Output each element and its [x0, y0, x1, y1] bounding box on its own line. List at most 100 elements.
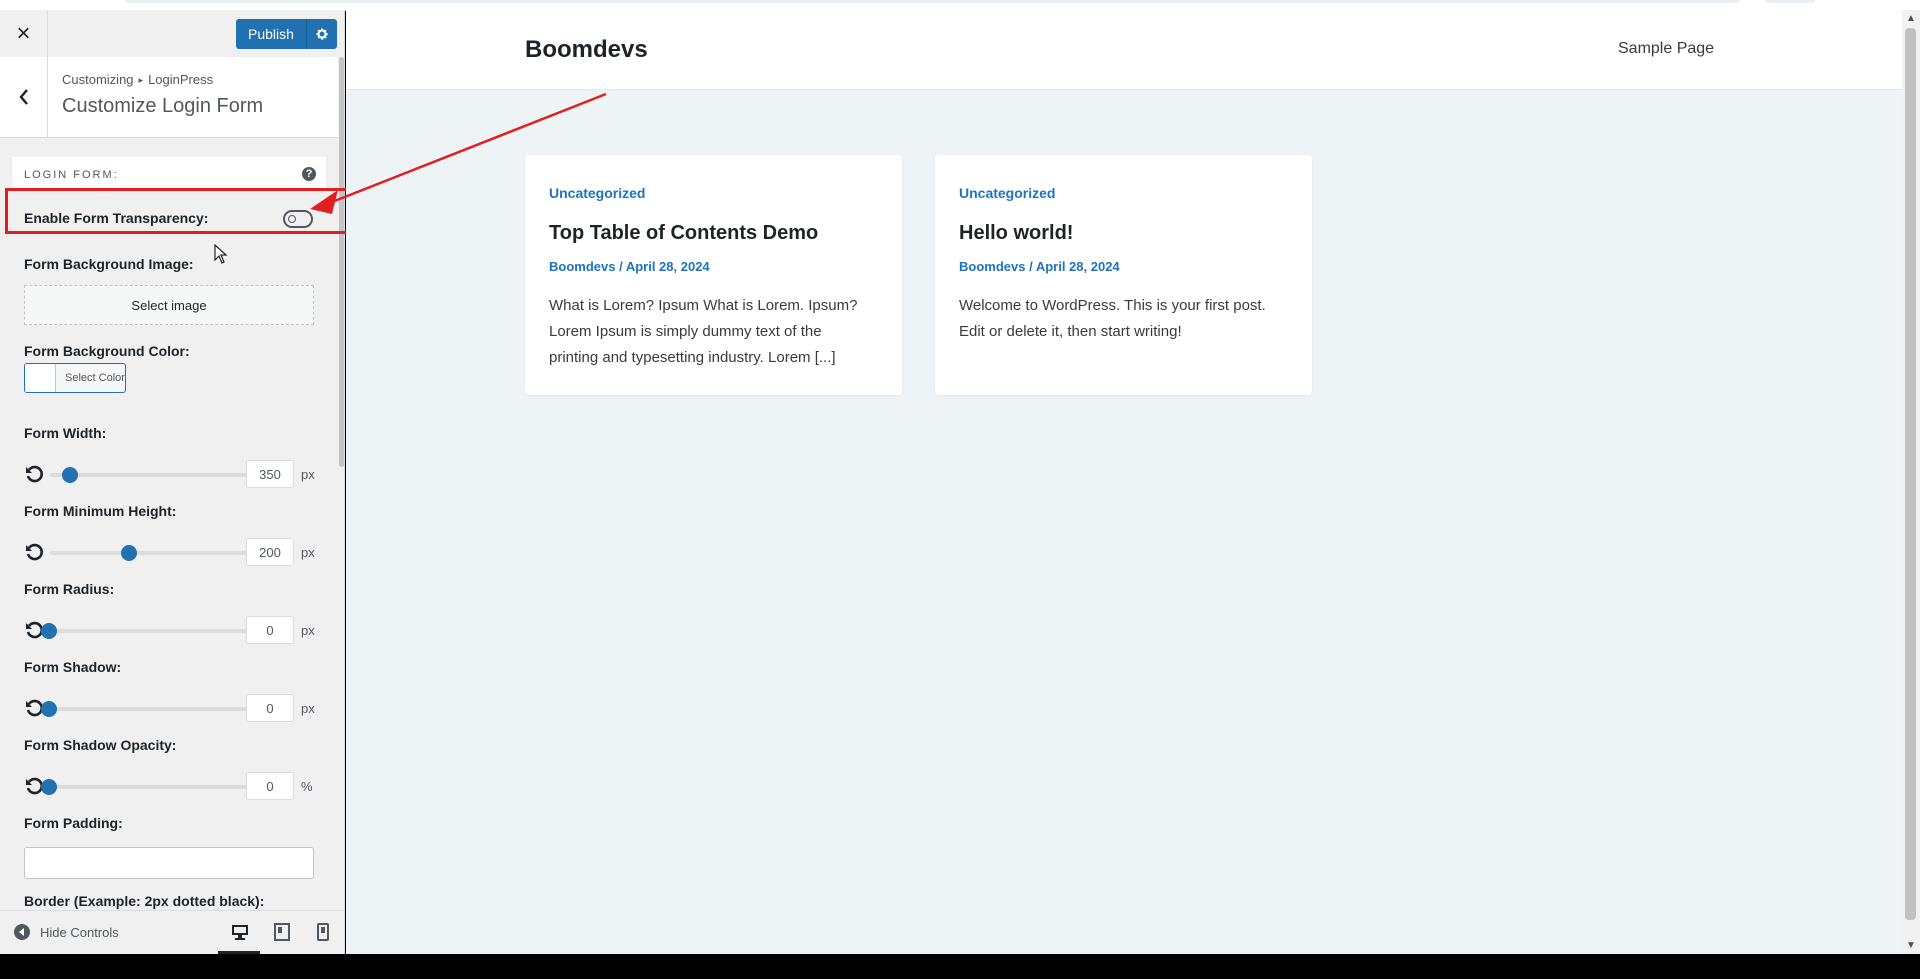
color-swatch: [25, 364, 56, 392]
gear-icon: [316, 28, 328, 40]
post-meta: Boomdevs / April 28, 2024: [959, 259, 1120, 274]
login-form-group-header: LOGIN FORM: ?: [12, 157, 326, 191]
menu-item-sample-page[interactable]: Sample Page: [1618, 40, 1714, 58]
post-category[interactable]: Uncategorized: [959, 185, 1055, 201]
chevron-left-icon: [18, 89, 28, 105]
post-card: Uncategorized Hello world! Boomdevs / Ap…: [935, 155, 1312, 395]
back-button[interactable]: [0, 57, 48, 137]
panel-scrollbar-thumb[interactable]: [339, 57, 344, 467]
publish-settings-button[interactable]: [305, 19, 337, 49]
panel-footer: Hide Controls: [0, 910, 344, 954]
arrow-left-circle-icon: [14, 924, 30, 940]
post-author[interactable]: Boomdevs: [549, 259, 615, 274]
reset-icon[interactable]: [24, 542, 44, 562]
slider-value-input[interactable]: [246, 538, 294, 566]
bg-color-label: Form Background Color:: [24, 343, 190, 359]
slider-track[interactable]: [50, 785, 262, 789]
preview-scrollbar[interactable]: ▲ ▼: [1902, 10, 1920, 954]
browser-button[interactable]: [1765, 0, 1815, 3]
slider-thumb[interactable]: [41, 779, 57, 795]
slider-label: Form Shadow:: [24, 659, 122, 675]
help-icon[interactable]: ?: [302, 167, 316, 181]
select-color-label: Select Color: [65, 372, 125, 384]
reset-icon[interactable]: [24, 464, 44, 484]
slider-thumb[interactable]: [41, 623, 57, 639]
hide-controls-label: Hide Controls: [40, 924, 119, 940]
padding-label: Form Padding:: [24, 815, 123, 831]
annotation-highlight-box: [5, 188, 365, 234]
slider-unit: %: [301, 779, 313, 794]
form-width-slider: px: [24, 458, 324, 488]
select-color-button[interactable]: Select Color: [24, 363, 126, 393]
bg-image-label: Form Background Image:: [24, 256, 194, 272]
hide-controls-button[interactable]: Hide Controls: [14, 924, 119, 940]
scroll-up-icon[interactable]: ▲: [1906, 13, 1916, 24]
address-bar[interactable]: [125, 0, 1740, 3]
slider-value-input[interactable]: [246, 772, 294, 800]
padding-input[interactable]: [24, 847, 314, 879]
mouse-cursor-icon: [214, 244, 228, 264]
excerpt-line: Lorem Ipsum is simply dummy text of the: [549, 323, 822, 340]
scroll-down-icon[interactable]: ▼: [1906, 940, 1916, 951]
panel-header: × Publish: [0, 10, 344, 58]
slider-label: Form Width:: [24, 425, 107, 441]
slider-unit: px: [301, 467, 315, 482]
breadcrumb-parent: Customizing: [62, 72, 134, 87]
slider-track[interactable]: [50, 551, 262, 555]
form-shadow-opacity-slider: %: [24, 770, 324, 800]
slider-unit: px: [301, 623, 315, 638]
post-meta: Boomdevs / April 28, 2024: [549, 259, 710, 274]
form-radius-slider: px: [24, 614, 324, 644]
excerpt-line: printing and typesetting industry. Lorem…: [549, 349, 836, 366]
breadcrumb: Customizing ▸ LoginPress: [62, 72, 213, 87]
slider-label: Form Shadow Opacity:: [24, 737, 177, 753]
slider-label: Form Minimum Height:: [24, 503, 177, 519]
post-card: Uncategorized Top Table of Contents Demo…: [525, 155, 902, 395]
desktop-icon[interactable]: [230, 922, 250, 942]
group-label: LOGIN FORM:: [24, 169, 119, 181]
customizer-panel: × Publish Customizing ▸ LoginPress Customi…: [0, 10, 345, 954]
slider-track[interactable]: [50, 473, 262, 477]
excerpt-line: What is Lorem? Ipsum What is Lorem. Ipsu…: [549, 297, 858, 314]
slider-track[interactable]: [50, 707, 262, 711]
section-header: Customizing ▸ LoginPress Customize Login F…: [0, 57, 338, 138]
post-category[interactable]: Uncategorized: [549, 185, 645, 201]
slider-unit: px: [301, 545, 315, 560]
section-title: Customize Login Form: [62, 95, 264, 117]
select-image-button[interactable]: Select image: [24, 285, 314, 325]
post-date[interactable]: April 28, 2024: [1036, 259, 1120, 274]
post-author[interactable]: Boomdevs: [959, 259, 1025, 274]
bottom-black-bar: [0, 954, 1920, 979]
post-title[interactable]: Hello world!: [959, 222, 1073, 245]
slider-thumb[interactable]: [120, 545, 137, 561]
site-title[interactable]: Boomdevs: [525, 36, 648, 64]
publish-group: Publish: [236, 19, 337, 49]
close-button[interactable]: ×: [0, 10, 48, 57]
post-excerpt: What is Lorem? Ipsum What is Lorem. Ipsu…: [549, 293, 879, 371]
excerpt-line: Edit or delete it, then start writing!: [959, 323, 1182, 340]
mobile-icon[interactable]: [313, 922, 333, 942]
breadcrumb-separator-icon: ▸: [138, 75, 144, 85]
post-date[interactable]: April 28, 2024: [626, 259, 710, 274]
post-title[interactable]: Top Table of Contents Demo: [549, 222, 818, 245]
preview-scrollbar-thumb[interactable]: [1905, 28, 1916, 920]
tablet-icon[interactable]: [272, 922, 292, 942]
site-preview: Boomdevs Sample Page Uncategorized Top T…: [346, 10, 1902, 954]
slider-thumb[interactable]: [62, 467, 78, 483]
site-header: Boomdevs Sample Page: [346, 10, 1902, 90]
slider-thumb[interactable]: [41, 701, 57, 717]
slider-track[interactable]: [50, 629, 262, 633]
slider-value-input[interactable]: [246, 616, 294, 644]
form-min-height-slider: px: [24, 536, 324, 566]
controls-list: LOGIN FORM: ? Enable Form Transparency: …: [0, 137, 338, 927]
slider-label: Form Radius:: [24, 581, 115, 597]
excerpt-line: Welcome to WordPress. This is your first…: [959, 297, 1266, 314]
border-label: Border (Example: 2px dotted black):: [24, 893, 265, 909]
publish-button[interactable]: Publish: [236, 19, 306, 49]
slider-value-input[interactable]: [246, 694, 294, 722]
breadcrumb-child: LoginPress: [148, 72, 214, 87]
form-shadow-slider: px: [24, 692, 324, 722]
post-excerpt: Welcome to WordPress. This is your first…: [959, 293, 1289, 345]
slider-value-input[interactable]: [246, 460, 294, 488]
slider-unit: px: [301, 701, 315, 716]
